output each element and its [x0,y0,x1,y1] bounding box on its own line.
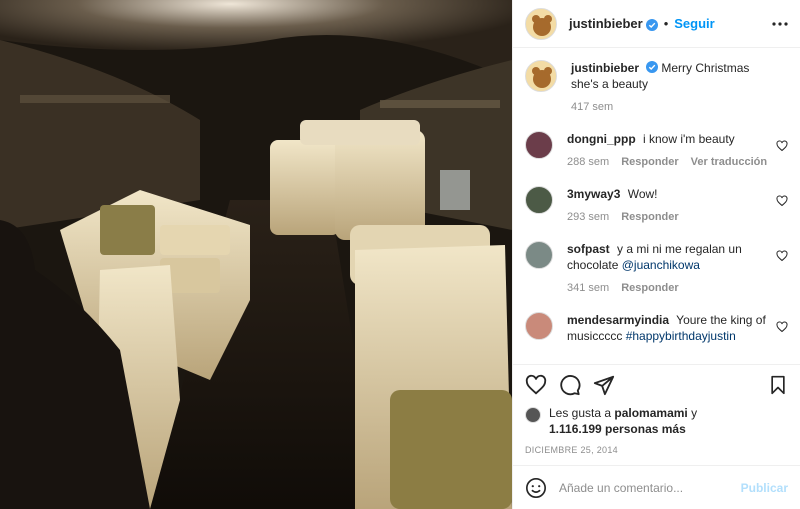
like-comment-heart-icon[interactable] [776,320,788,338]
comment-username[interactable]: sofpast [567,242,610,256]
comment-time[interactable]: 341 sem [567,280,609,296]
commenter-avatar[interactable] [525,241,553,269]
commenter-avatar[interactable] [525,186,553,214]
comment-text: i know i'm beauty [643,132,735,146]
comment-username[interactable]: 3myway3 [567,187,620,201]
comment-item: 3myway3 Wow! 293 sem Responder [525,186,788,225]
comment-item: dongni_ppp i know i'm beauty 288 sem Res… [525,131,788,170]
post-actions [513,365,800,405]
comment-input[interactable] [559,480,741,495]
translate-button[interactable]: Ver traducción [691,154,767,170]
liker-avatar[interactable] [525,407,541,423]
reply-button[interactable]: Responder [621,154,678,170]
like-comment-heart-icon[interactable] [776,249,788,267]
add-comment-bar: Publicar [513,465,800,509]
caption-username[interactable]: justinbieber [571,61,639,75]
comment-icon[interactable] [559,374,581,396]
reply-button[interactable]: Responder [621,209,678,225]
caption-author-avatar[interactable] [525,60,557,92]
verified-badge-icon [646,61,659,73]
heart-icon[interactable] [525,374,547,396]
comment-username[interactable]: mendesarmyindia [567,313,669,327]
reply-button[interactable]: Responder [621,280,678,296]
like-comment-heart-icon[interactable] [776,194,788,212]
comment-time[interactable]: 293 sem [567,209,609,225]
commenter-avatar[interactable] [525,312,553,340]
more-options-icon[interactable] [772,21,788,26]
comment-item: sofpast y a mi ni me regalan un chocolat… [525,241,788,296]
author-username[interactable]: justinbieber [569,16,643,31]
likes-count[interactable]: 1.116.199 personas más [549,422,686,436]
likes-connector: y [691,406,698,420]
header-separator: • [663,16,669,31]
bookmark-icon[interactable] [768,375,788,395]
author-avatar[interactable] [525,7,557,40]
like-comment-heart-icon[interactable] [776,139,788,157]
comments-list[interactable]: justinbieber Merry Christmas she's a bea… [513,48,800,365]
follow-button[interactable]: Seguir [674,16,714,31]
comment-text: Wow! [627,187,658,201]
likes-summary: Les gusta a palomamami y 1.116.199 perso… [513,405,800,437]
caption-time[interactable]: 417 sem [571,99,613,115]
post-header: justinbieber • Seguir [513,0,800,48]
comment-mention-link[interactable]: @juanchikowa [622,258,700,272]
jet-cabin-image [0,0,512,509]
post-caption: justinbieber Merry Christmas she's a bea… [525,60,788,115]
post-side-panel: justinbieber • Seguir justinbieber Merry… [512,0,800,509]
liker-username[interactable]: palomamami [614,406,687,420]
publish-button[interactable]: Publicar [741,481,788,495]
emoji-icon[interactable] [525,477,547,499]
post-date[interactable]: DICIEMBRE 25, 2014 [513,437,800,465]
comment-hashtag-link[interactable]: #happybirthdayjustin [626,329,736,343]
comment-item: mendesarmyindia Youre the king of musicc… [525,312,788,344]
commenter-avatar[interactable] [525,131,553,159]
comment-time[interactable]: 288 sem [567,154,609,170]
verified-badge-icon [645,18,658,31]
comment-username[interactable]: dongni_ppp [567,132,636,146]
likes-prefix: Les gusta a [549,406,612,420]
post-photo[interactable] [0,0,512,509]
share-icon[interactable] [593,374,615,396]
